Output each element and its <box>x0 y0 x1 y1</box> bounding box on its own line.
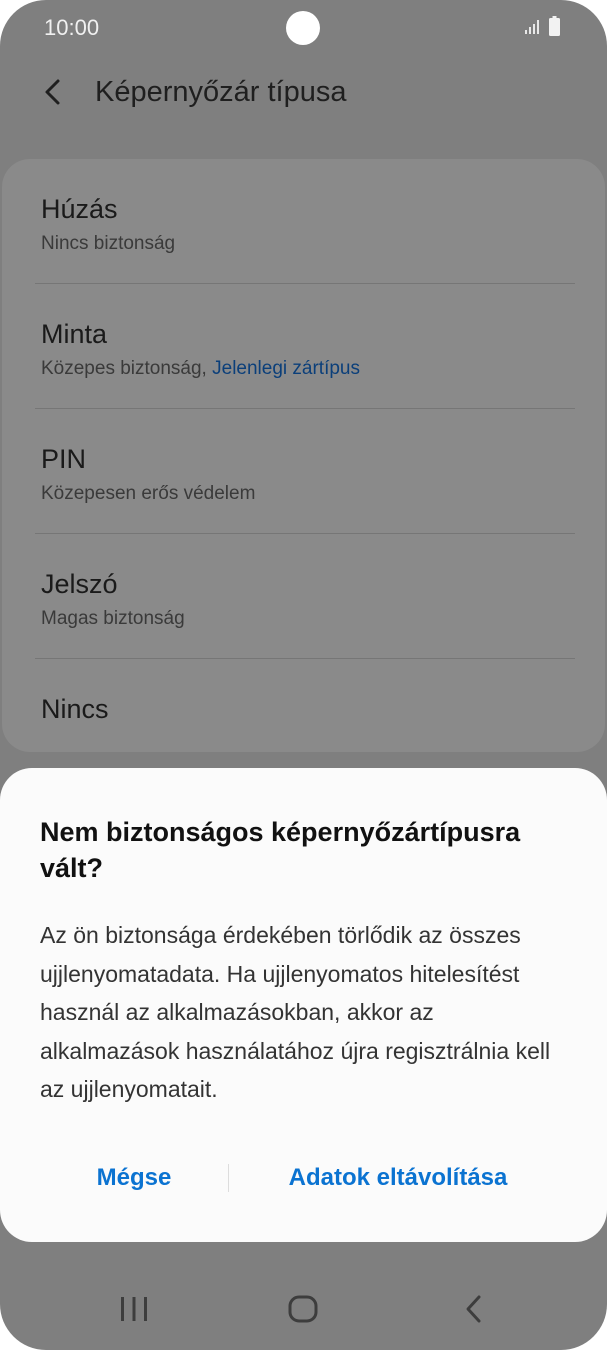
option-swipe[interactable]: Húzás Nincs biztonság <box>2 159 605 283</box>
option-title: Jelszó <box>41 569 118 599</box>
phone-screen: 10:00 Képernyőzár típusa Húzás Nincs biz… <box>0 0 607 1350</box>
home-icon[interactable] <box>285 1294 321 1324</box>
current-lock-type-label: Jelenlegi zártípus <box>212 358 360 379</box>
option-title: PIN <box>41 444 87 474</box>
option-pin[interactable]: PIN Közepesen erős védelem <box>2 409 605 533</box>
app-header: Képernyőzár típusa <box>0 60 607 130</box>
navigation-bar <box>0 1270 607 1350</box>
signal-icon <box>525 20 539 34</box>
status-bar: 10:00 <box>0 0 607 56</box>
confirm-dialog: Nem biztonságos képernyőzártípusra vált?… <box>0 768 607 1242</box>
dialog-title: Nem biztonságos képernyőzártípusra vált? <box>40 817 521 883</box>
option-none[interactable]: Nincs <box>2 659 605 783</box>
option-subtitle: Közepes biztonság, Jelenlegi zártípus <box>41 358 360 380</box>
option-password[interactable]: Jelszó Magas biztonság <box>2 534 605 658</box>
option-title: Minta <box>41 319 108 349</box>
camera-cutout <box>286 11 320 45</box>
remove-data-button[interactable]: Adatok eltávolítása <box>262 1156 534 1200</box>
battery-icon <box>549 16 560 36</box>
recent-apps-icon[interactable] <box>118 1294 150 1324</box>
option-title: Húzás <box>41 194 118 224</box>
status-time: 10:00 <box>44 15 100 40</box>
page-title: Képernyőzár típusa <box>95 76 347 108</box>
chevron-left-icon[interactable] <box>38 76 70 108</box>
option-subtitle: Nincs biztonság <box>41 233 176 254</box>
lock-type-list: Húzás Nincs biztonság Minta Közepes bizt… <box>2 159 605 752</box>
button-separator <box>228 1164 229 1192</box>
back-icon[interactable] <box>460 1294 488 1324</box>
cancel-button[interactable]: Mégse <box>74 1156 194 1200</box>
option-subtitle-text: Közepes biztonság, <box>41 358 213 379</box>
option-title: Nincs <box>41 694 109 724</box>
option-subtitle: Magas biztonság <box>41 608 185 629</box>
option-subtitle: Közepesen erős védelem <box>41 483 256 504</box>
dialog-message: Az ön biztonsága érdekében törlődik az ö… <box>40 922 551 1102</box>
option-pattern[interactable]: Minta Közepes biztonság, Jelenlegi zártí… <box>2 284 605 408</box>
